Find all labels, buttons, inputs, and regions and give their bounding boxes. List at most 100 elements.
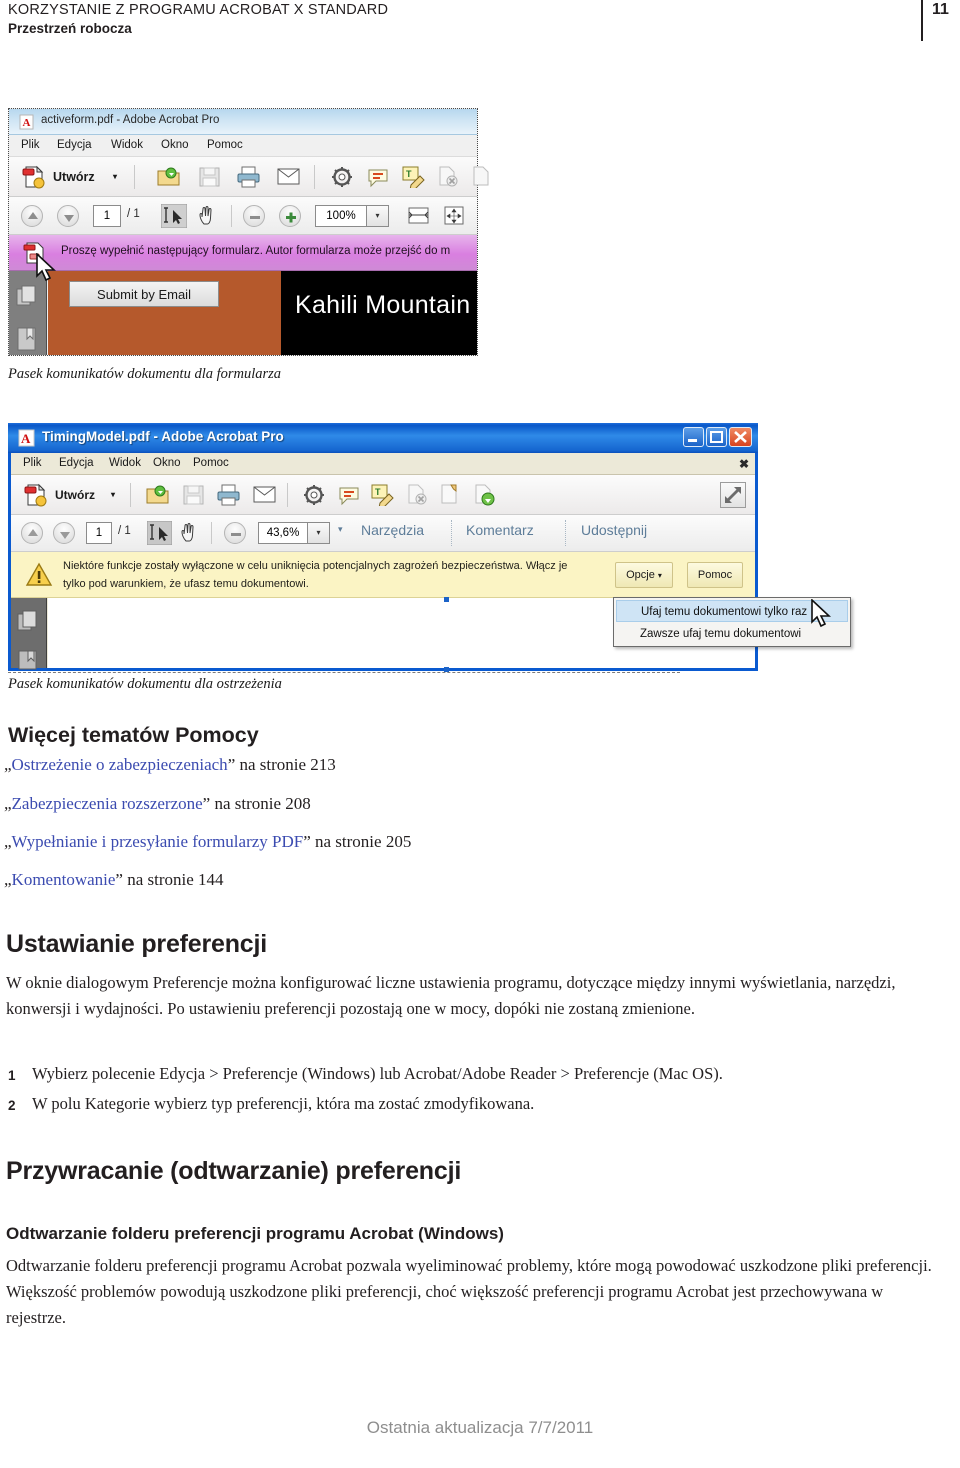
help-link-3-text[interactable]: Wypełnianie i przesyłanie formularzy PDF xyxy=(12,832,304,851)
comment-bubble-icon[interactable] xyxy=(338,486,360,506)
select-tool-icon[interactable] xyxy=(161,204,187,228)
shot1-menu-plik[interactable]: Plik xyxy=(21,139,40,151)
close-button[interactable] xyxy=(729,427,752,447)
maximize-button[interactable] xyxy=(706,427,727,447)
minimize-button[interactable] xyxy=(683,427,704,447)
shot2-menu-okno[interactable]: Okno xyxy=(153,457,181,469)
help-link-4-text[interactable]: Komentowanie xyxy=(12,870,116,889)
step-1-number: 1 xyxy=(8,1068,16,1083)
more-help-heading: Więcej tematów Pomocy xyxy=(8,723,259,747)
help-link-3[interactable]: „Wypełnianie i przesyłanie formularzy PD… xyxy=(4,832,411,852)
sign-icon[interactable] xyxy=(471,166,493,188)
hand-tool-icon[interactable] xyxy=(197,204,221,228)
shot2-menu-widok[interactable]: Widok xyxy=(109,457,141,469)
shot1-create-label[interactable]: Utwórz xyxy=(53,170,95,184)
zoom-out-button[interactable] xyxy=(224,522,246,544)
shot1-menu-pomoc[interactable]: Pomoc xyxy=(207,139,243,151)
shot2-menu-plik[interactable]: Plik xyxy=(23,457,42,469)
page-number-input[interactable]: 1 xyxy=(86,522,112,544)
submit-by-email-button[interactable]: Submit by Email xyxy=(69,281,219,307)
fit-page-icon[interactable] xyxy=(443,205,467,227)
hand-tool-icon[interactable] xyxy=(179,521,203,545)
print-icon[interactable] xyxy=(237,166,261,188)
email-icon[interactable] xyxy=(253,486,277,506)
zoom-dropdown-caret-icon[interactable]: ▾ xyxy=(367,205,389,227)
create-pdf-icon[interactable] xyxy=(22,165,46,189)
text-edit-icon[interactable]: T xyxy=(371,484,395,506)
task-pane-tools[interactable]: Narzędzia xyxy=(361,522,424,538)
expand-task-panes-button[interactable] xyxy=(720,482,746,508)
help-link-4[interactable]: „Komentowanie” na stronie 144 xyxy=(4,870,224,890)
shot2-menu-edycja[interactable]: Edycja xyxy=(59,457,94,469)
save-icon[interactable] xyxy=(199,166,221,188)
open-folder-icon[interactable] xyxy=(157,166,181,188)
mouse-cursor-icon xyxy=(811,599,832,628)
shot1-document-page: Kahili Mountain Submit by Email xyxy=(48,271,477,355)
open-quote: „ xyxy=(4,870,12,889)
more-tools-caret-icon[interactable]: ▾ xyxy=(338,524,343,535)
gear-icon[interactable] xyxy=(331,166,353,188)
previous-page-button[interactable] xyxy=(21,522,43,544)
options-caret-icon: ▾ xyxy=(657,571,662,580)
shot1-menu-okno[interactable]: Okno xyxy=(161,139,189,151)
print-icon[interactable] xyxy=(217,484,241,506)
shot2-warning-line-2: tylko pod warunkiem, że ufasz temu dokum… xyxy=(63,578,309,590)
shot2-window-title: TimingModel.pdf - Adobe Acrobat Pro xyxy=(42,429,284,444)
selection-handle[interactable] xyxy=(444,597,449,602)
zoom-level-input[interactable]: 43,6% xyxy=(258,522,308,544)
shot2-menubar: Plik Edycja Widok Okno Pomoc ✖ xyxy=(11,453,755,475)
help-button[interactable]: Pomoc xyxy=(687,562,743,588)
set-preferences-heading: Ustawianie preferencji xyxy=(6,930,267,958)
select-tool-icon[interactable] xyxy=(147,521,172,545)
page-number-input[interactable]: 1 xyxy=(93,205,121,227)
help-link-1-text[interactable]: Ostrzeżenie o zabezpieczeniach xyxy=(12,755,228,774)
task-pane-share[interactable]: Udostępnij xyxy=(581,522,647,538)
shot1-message-text: Proszę wypełnić następujący formularz. A… xyxy=(61,245,451,257)
save-icon[interactable] xyxy=(183,484,205,506)
help-link-2-text[interactable]: Zabezpieczenia rozszerzone xyxy=(12,794,203,813)
email-icon[interactable] xyxy=(277,168,301,188)
open-quote: „ xyxy=(4,832,12,851)
shot1-create-caret[interactable]: ▾ xyxy=(113,172,117,181)
redact-icon[interactable] xyxy=(406,484,428,506)
page-running-header: KORZYSTANIE Z PROGRAMU ACROBAT X STANDAR… xyxy=(0,0,960,48)
next-page-button[interactable] xyxy=(53,522,75,544)
task-pane-comment[interactable]: Komentarz xyxy=(466,522,534,538)
comment-bubble-icon[interactable] xyxy=(367,168,389,188)
bookmarks-icon[interactable] xyxy=(18,650,40,670)
shot1-menu-edycja[interactable]: Edycja xyxy=(57,139,92,151)
zoom-dropdown-caret-icon[interactable]: ▾ xyxy=(308,522,330,544)
zoom-level-input[interactable]: 100% xyxy=(315,205,367,227)
shot2-toolbar-primary: Utwórz ▾ T xyxy=(11,475,755,515)
shot2-create-caret[interactable]: ▾ xyxy=(111,490,115,499)
page-thumbnails-icon[interactable] xyxy=(17,610,41,634)
shot2-menu-pomoc[interactable]: Pomoc xyxy=(193,457,229,469)
next-page-button[interactable] xyxy=(57,205,79,227)
fit-width-icon[interactable] xyxy=(407,205,431,227)
redact-icon[interactable] xyxy=(437,166,459,188)
text-edit-icon[interactable]: T xyxy=(402,166,426,188)
create-pdf-icon[interactable] xyxy=(24,483,48,507)
sign-icon[interactable] xyxy=(439,484,461,506)
task-pane-separator-2 xyxy=(565,520,566,546)
shot2-document-message-bar: Niektóre funkcje zostały wyłączone w cel… xyxy=(11,552,755,598)
zoom-in-button[interactable] xyxy=(279,205,301,227)
previous-page-button[interactable] xyxy=(21,205,43,227)
help-link-1[interactable]: „Ostrzeżenie o zabezpieczeniach” na stro… xyxy=(4,755,336,775)
help-link-2[interactable]: „Zabezpieczenia rozszerzone” na stronie … xyxy=(4,794,311,814)
caption-form-message-bar: Pasek komunikatów dokumentu dla formular… xyxy=(8,366,282,382)
shot1-menu-widok[interactable]: Widok xyxy=(111,139,143,151)
help-link-1-suffix: na stronie 213 xyxy=(235,755,336,774)
help-link-3-suffix: na stronie 205 xyxy=(310,832,412,851)
close-document-icon[interactable]: ✖ xyxy=(739,457,749,471)
options-button[interactable]: Opcje ▾ xyxy=(615,562,673,588)
gear-icon[interactable] xyxy=(303,484,325,506)
shot2-navigation-pane xyxy=(11,598,47,670)
page-thumbnails-icon[interactable] xyxy=(16,285,40,309)
open-folder-icon[interactable] xyxy=(146,484,170,506)
stamp-icon[interactable] xyxy=(473,484,497,506)
bookmarks-icon[interactable] xyxy=(17,327,39,353)
zoom-out-button[interactable] xyxy=(243,205,265,227)
shot2-create-label[interactable]: Utwórz xyxy=(55,488,95,502)
shot1-titlebar: A activeform.pdf - Adobe Acrobat Pro xyxy=(9,109,477,135)
